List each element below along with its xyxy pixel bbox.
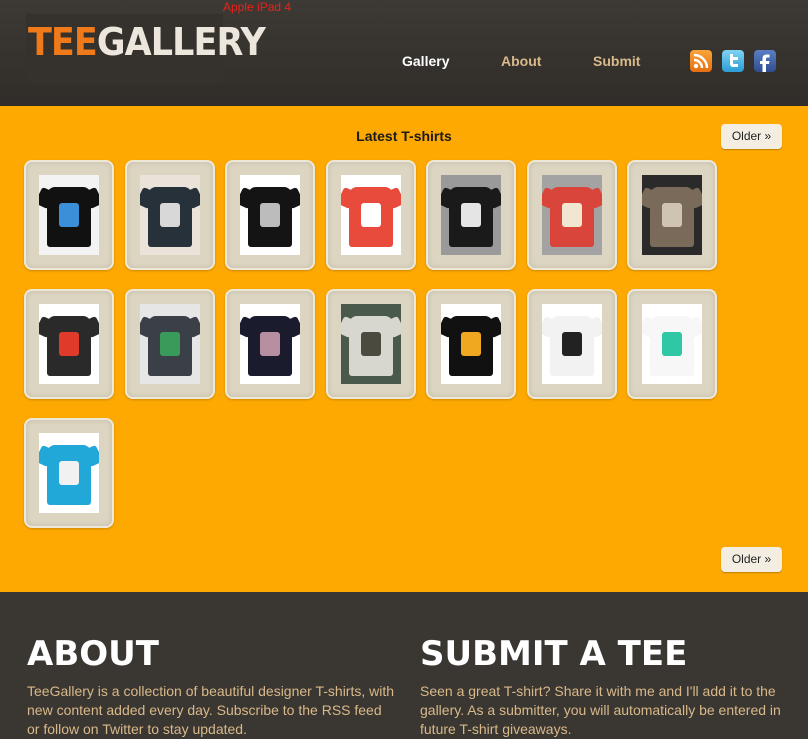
- submit-text: Seen a great T-shirt? Share it with me a…: [420, 683, 781, 737]
- shirt-tile[interactable]: [326, 289, 416, 399]
- shirt-tile[interactable]: [125, 160, 215, 270]
- shirt-thumbnail: [341, 304, 401, 384]
- shirt-tile[interactable]: [627, 160, 717, 270]
- shirt-thumbnail: [542, 175, 602, 255]
- shirt-tile[interactable]: [24, 289, 114, 399]
- tshirt-icon: [148, 187, 192, 247]
- about-text: TeeGallery is a collection of beautiful …: [27, 683, 395, 737]
- shirt-thumbnail: [140, 304, 200, 384]
- tshirt-icon: [550, 187, 594, 247]
- shirt-thumbnail: [39, 175, 99, 255]
- shirt-thumbnail: [240, 304, 300, 384]
- shirt-print: [562, 332, 582, 356]
- older-button-bottom[interactable]: Older »: [721, 547, 782, 572]
- tshirt-icon: [47, 316, 91, 376]
- site-footer: ABOUT TeeGallery is a collection of beau…: [0, 592, 808, 739]
- site-header: TEEGALLERY Apple iPad 4 Gallery About Su…: [0, 0, 808, 106]
- nav-about[interactable]: About: [501, 53, 541, 69]
- tshirt-icon: [449, 187, 493, 247]
- twitter-icon[interactable]: [722, 50, 744, 72]
- shirt-print: [461, 203, 481, 227]
- tshirt-icon: [449, 316, 493, 376]
- tshirt-icon: [650, 316, 694, 376]
- shirt-thumbnail: [441, 304, 501, 384]
- shirt-print: [260, 203, 280, 227]
- shirt-tile[interactable]: [225, 289, 315, 399]
- shirt-tile[interactable]: [426, 289, 516, 399]
- shirt-print: [59, 332, 79, 356]
- shirt-thumbnail: [642, 175, 702, 255]
- tshirt-icon: [148, 316, 192, 376]
- shirt-tile[interactable]: [426, 160, 516, 270]
- tshirt-icon: [47, 445, 91, 505]
- shirt-tile[interactable]: [326, 160, 416, 270]
- rss-icon[interactable]: [690, 50, 712, 72]
- shirt-print: [361, 332, 381, 356]
- about-heading: ABOUT: [27, 634, 159, 674]
- shirt-print: [160, 332, 180, 356]
- shirt-tile[interactable]: [527, 160, 617, 270]
- shirt-thumbnail: [39, 304, 99, 384]
- shirt-print: [59, 461, 79, 485]
- nav-submit[interactable]: Submit: [593, 53, 640, 69]
- logo-gallery-text: GALLERY: [96, 20, 266, 64]
- tshirt-icon: [248, 187, 292, 247]
- section-title: Latest T-shirts: [356, 128, 452, 144]
- device-label: Apple iPad 4: [223, 0, 292, 14]
- shirt-thumbnail: [240, 175, 300, 255]
- older-button-top[interactable]: Older »: [721, 124, 782, 149]
- tshirt-icon: [248, 316, 292, 376]
- tshirt-icon: [650, 187, 694, 247]
- shirt-print: [662, 203, 682, 227]
- shirt-thumbnail: [140, 175, 200, 255]
- logo-text: TEEGALLERY: [28, 20, 266, 64]
- shirt-tile[interactable]: [24, 160, 114, 270]
- shirt-tile[interactable]: [125, 289, 215, 399]
- tshirt-icon: [349, 187, 393, 247]
- logo[interactable]: TEEGALLERY: [26, 14, 266, 84]
- tshirt-icon: [47, 187, 91, 247]
- shirt-thumbnail: [642, 304, 702, 384]
- nav-gallery[interactable]: Gallery: [402, 53, 449, 69]
- shirt-thumbnail: [39, 433, 99, 513]
- shirt-thumbnail: [341, 175, 401, 255]
- tshirt-icon: [349, 316, 393, 376]
- tshirt-icon: [550, 316, 594, 376]
- shirt-tile[interactable]: [24, 418, 114, 528]
- shirt-print: [361, 203, 381, 227]
- logo-tee-text: TEE: [28, 20, 98, 64]
- shirt-print: [260, 332, 280, 356]
- submit-heading: SUBMIT A TEE: [420, 634, 688, 674]
- shirt-tile[interactable]: [627, 289, 717, 399]
- shirt-tile[interactable]: [527, 289, 617, 399]
- shirt-print: [160, 203, 180, 227]
- shirt-thumbnail: [441, 175, 501, 255]
- shirt-tile[interactable]: [225, 160, 315, 270]
- shirt-print: [662, 332, 682, 356]
- shirt-print: [461, 332, 481, 356]
- facebook-icon[interactable]: [754, 50, 776, 72]
- shirt-print: [59, 203, 79, 227]
- shirt-thumbnail: [542, 304, 602, 384]
- shirt-print: [562, 203, 582, 227]
- gallery-section: Latest T-shirts Older » Older »: [0, 106, 808, 592]
